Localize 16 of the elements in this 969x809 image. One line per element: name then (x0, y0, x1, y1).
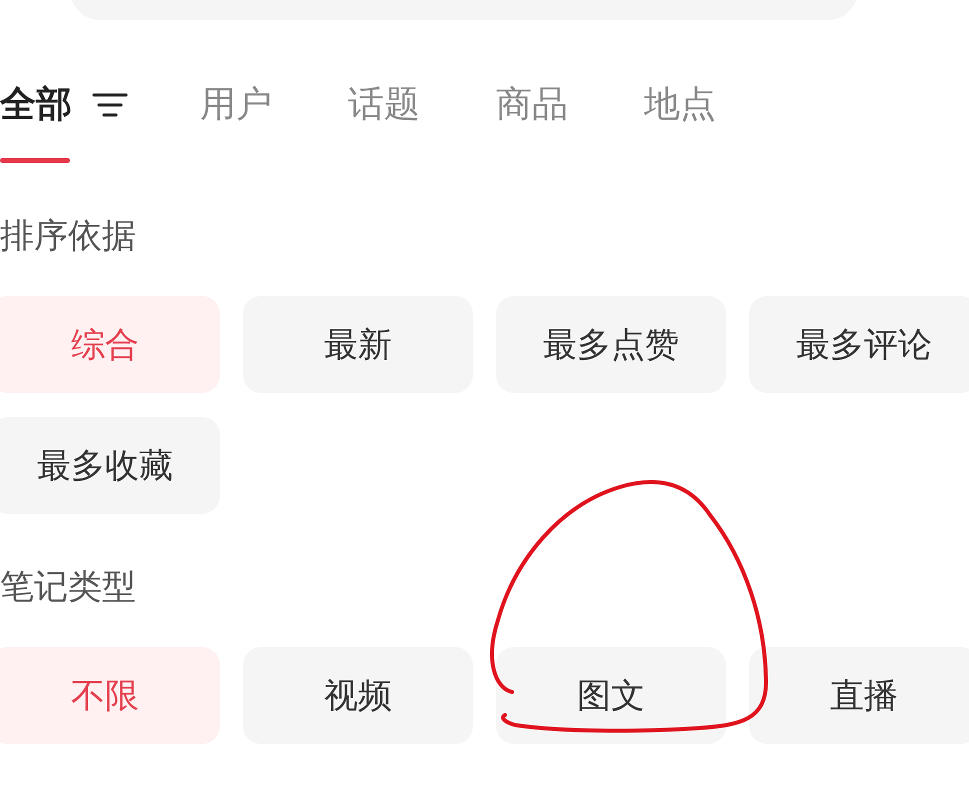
tab[interactable]: 话题 (348, 83, 420, 163)
filter-icon[interactable] (92, 91, 128, 119)
section-title: 笔记类型 (0, 566, 137, 609)
option-chip[interactable]: 直播 (749, 647, 969, 744)
option-chip[interactable]: 不限 (0, 647, 220, 744)
option-chip[interactable]: 视频 (243, 647, 473, 744)
option-chip[interactable]: 最新 (243, 296, 473, 393)
section-title: 排序依据 (0, 215, 137, 258)
tab[interactable]: 用户 (200, 83, 272, 163)
option-chip[interactable]: 最多收藏 (0, 417, 220, 514)
option-chip[interactable]: 最多点赞 (496, 296, 726, 393)
option-chip[interactable]: 最多评论 (749, 296, 969, 393)
tab[interactable]: 地点 (644, 83, 716, 163)
option-chip[interactable]: 图文 (496, 647, 726, 744)
tab[interactable]: 商品 (496, 83, 568, 163)
option-chip[interactable]: 综合 (0, 296, 220, 393)
